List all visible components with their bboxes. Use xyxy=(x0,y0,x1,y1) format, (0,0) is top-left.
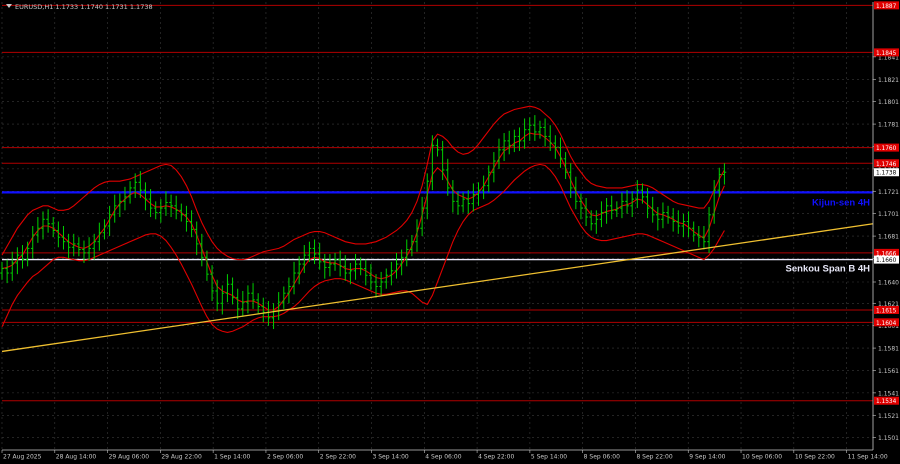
x-tick-label: 10 Sep 06:00 xyxy=(742,454,782,461)
x-tick-label: 28 Aug 14:00 xyxy=(56,454,97,461)
y-tick-label: 1.1721 xyxy=(878,189,899,196)
chart-canvas[interactable]: 1.18411.18211.18011.17811.17611.17411.17… xyxy=(0,0,900,461)
level-label: 1.1604 xyxy=(876,321,897,327)
y-tick-label: 1.1801 xyxy=(878,99,899,106)
level-label: 1.1534 xyxy=(876,399,897,405)
x-tick-label: 2 Sep 06:00 xyxy=(267,454,303,461)
y-tick-label: 1.1640 xyxy=(878,280,899,287)
x-tick-label: 3 Sep 14:00 xyxy=(373,454,409,461)
x-tick-label: 4 Sep 22:00 xyxy=(478,454,514,461)
y-tick-label: 1.1821 xyxy=(878,77,899,84)
level-label: 1.1760 xyxy=(876,146,897,152)
x-tick-label: 29 Aug 22:00 xyxy=(161,454,202,461)
level-label: 1.1746 xyxy=(876,162,897,168)
x-tick-label: 2 Sep 22:00 xyxy=(320,454,356,461)
x-tick-label: 27 Aug 2025 xyxy=(3,454,42,461)
senkou-span-b-label: Senkou Span B 4H xyxy=(786,264,871,275)
senkou-price-label: 1.1660 xyxy=(876,258,897,264)
y-tick-label: 1.1781 xyxy=(878,122,899,129)
x-tick-label: 9 Sep 14:00 xyxy=(689,454,725,461)
x-tick-label: 1 Sep 14:00 xyxy=(214,454,250,461)
current-price-label: 1.1738 xyxy=(876,171,897,177)
price-chart[interactable]: 1.18411.18211.18011.17811.17611.17411.17… xyxy=(0,0,900,461)
chart-title: EURUSD,H1 1.1733 1.1740 1.1731 1.1738 xyxy=(15,3,153,11)
level-label: 1.1887 xyxy=(876,4,897,10)
chart-header: EURUSD,H1 1.1733 1.1740 1.1731 1.1738 xyxy=(6,3,153,11)
y-tick-label: 1.1581 xyxy=(878,346,899,353)
chart-background xyxy=(0,0,900,460)
y-tick-label: 1.1681 xyxy=(878,234,899,241)
x-tick-label: 5 Sep 14:00 xyxy=(531,454,567,461)
y-tick-label: 1.1561 xyxy=(878,368,899,375)
y-tick-label: 1.1541 xyxy=(878,390,899,397)
x-tick-label: 11 Sep 14:00 xyxy=(848,454,888,461)
level-label: 1.1615 xyxy=(876,309,897,315)
y-tick-label: 1.1501 xyxy=(878,435,899,442)
x-tick-label: 4 Sep 06:00 xyxy=(425,454,461,461)
y-tick-label: 1.1521 xyxy=(878,413,899,420)
x-tick-label: 8 Sep 06:00 xyxy=(584,454,620,461)
x-tick-label: 10 Sep 22:00 xyxy=(795,454,835,461)
level-label: 1.1845 xyxy=(876,51,897,57)
kijun-sen-label: Kijun-sen 4H xyxy=(812,197,870,208)
x-tick-label: 8 Sep 22:00 xyxy=(636,454,672,461)
x-tick-label: 29 Aug 06:00 xyxy=(109,454,150,461)
y-tick-label: 1.1701 xyxy=(878,211,899,218)
